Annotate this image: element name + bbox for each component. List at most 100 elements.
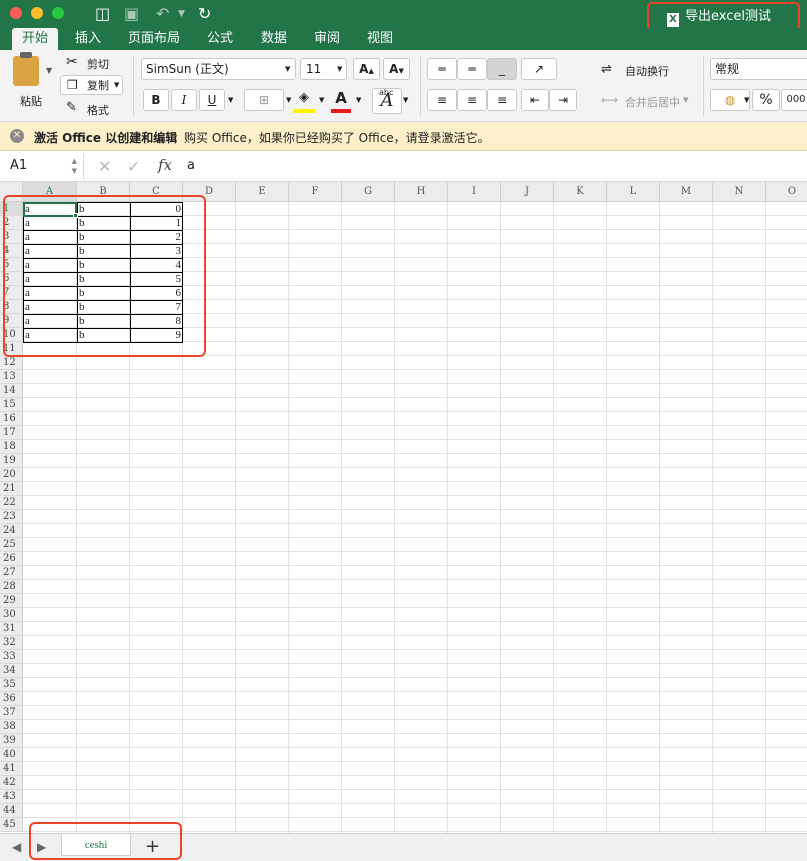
cancel-icon[interactable]: ✕ <box>98 157 111 176</box>
save-icon[interactable]: ▣ <box>124 4 139 24</box>
tab-insert[interactable]: 插入 <box>68 28 108 50</box>
scissors-icon[interactable]: ✂ <box>66 54 78 70</box>
column-header-n[interactable]: N <box>713 182 766 202</box>
tab-data[interactable]: 数据 <box>254 28 294 50</box>
align-top-button[interactable]: ═ <box>427 58 457 80</box>
underline-dropdown-icon[interactable]: ▼ <box>228 96 233 104</box>
formula-input[interactable]: a <box>187 158 195 173</box>
merge-center-icon[interactable]: ⟷ <box>601 93 618 107</box>
confirm-icon[interactable]: ✓ <box>127 157 140 176</box>
font-color-dropdown-icon[interactable]: ▼ <box>356 96 361 104</box>
orientation-button[interactable]: ↗ <box>521 58 557 80</box>
bold-button[interactable]: B <box>143 89 169 111</box>
cut-label[interactable]: 剪切 <box>87 56 109 72</box>
sidebar-toggle-icon[interactable]: ◫ <box>95 4 110 24</box>
row-header[interactable]: 15 <box>0 398 23 412</box>
decrease-indent-button[interactable]: ⇤ <box>521 89 549 111</box>
column-header-o[interactable]: O <box>766 182 807 202</box>
merge-center-label[interactable]: 合并后居中 <box>625 94 680 110</box>
font-name-select[interactable]: SimSun (正文) <box>141 58 296 80</box>
increase-font-size-button[interactable]: A▲ <box>353 58 380 80</box>
row-header[interactable]: 12 <box>0 356 23 370</box>
undo-dropdown-icon[interactable]: ▼ <box>178 4 185 24</box>
paste-label[interactable]: 粘贴 <box>20 93 42 109</box>
paste-icon[interactable] <box>13 56 39 86</box>
copy-dropdown-icon[interactable]: ▼ <box>114 81 119 89</box>
decrease-font-size-button[interactable]: A▼ <box>383 58 410 80</box>
column-header-h[interactable]: H <box>395 182 448 202</box>
row-header[interactable]: 26 <box>0 552 23 566</box>
zoom-window-button[interactable] <box>52 7 64 19</box>
paste-dropdown-icon[interactable]: ▼ <box>46 66 52 75</box>
prev-sheet-icon[interactable]: ◀ <box>12 840 21 854</box>
row-header[interactable]: 42 <box>0 776 23 790</box>
tab-formulas[interactable]: 公式 <box>200 28 240 50</box>
underline-button[interactable]: U <box>199 89 225 111</box>
row-header[interactable]: 17 <box>0 426 23 440</box>
align-middle-button[interactable]: ═ <box>457 58 487 80</box>
export-excel-button[interactable]: X 导出excel测试 <box>647 2 800 31</box>
row-header[interactable]: 35 <box>0 678 23 692</box>
align-bottom-button[interactable]: _ <box>487 58 517 80</box>
column-header-k[interactable]: K <box>554 182 607 202</box>
column-header-l[interactable]: L <box>607 182 660 202</box>
increase-indent-button[interactable]: ⇥ <box>549 89 577 111</box>
font-color-icon[interactable]: A <box>331 89 351 109</box>
redo-icon[interactable]: ↻ <box>198 4 211 24</box>
row-header[interactable]: 22 <box>0 496 23 510</box>
row-header[interactable]: 27 <box>0 566 23 580</box>
font-size-dropdown-icon[interactable]: ▼ <box>337 65 342 73</box>
format-painter-icon[interactable]: ✎ <box>66 100 77 115</box>
thousands-separator-button[interactable]: 000 <box>781 89 807 111</box>
close-circle-icon[interactable]: ✕ <box>10 129 24 143</box>
align-right-button[interactable]: ≡ <box>487 89 517 111</box>
row-header[interactable]: 45 <box>0 818 23 832</box>
row-header[interactable]: 39 <box>0 734 23 748</box>
font-name-dropdown-icon[interactable]: ▼ <box>285 65 290 73</box>
row-header[interactable]: 41 <box>0 762 23 776</box>
currency-dropdown-icon[interactable]: ▼ <box>744 96 749 104</box>
row-header[interactable]: 25 <box>0 538 23 552</box>
insert-function-button[interactable]: fx <box>158 156 172 174</box>
tab-view[interactable]: 视图 <box>360 28 400 50</box>
borders-button[interactable]: ⊞ <box>244 89 284 111</box>
row-header[interactable]: 30 <box>0 608 23 622</box>
row-header[interactable]: 40 <box>0 748 23 762</box>
borders-dropdown-icon[interactable]: ▼ <box>286 96 291 104</box>
fill-color-dropdown-icon[interactable]: ▼ <box>319 96 324 104</box>
fill-color-icon[interactable]: ◈ <box>293 90 315 110</box>
row-header[interactable]: 34 <box>0 664 23 678</box>
row-header[interactable]: 37 <box>0 706 23 720</box>
row-header[interactable]: 43 <box>0 790 23 804</box>
worksheet-grid[interactable]: ABCDEFGHIJKLMNO 1 2 3 4 5 6 7 8 9 10 11 12 13 14 15 16 1… <box>0 182 807 833</box>
merge-center-dropdown-icon[interactable]: ▼ <box>683 96 688 104</box>
row-header[interactable]: 33 <box>0 650 23 664</box>
row-header[interactable]: 29 <box>0 594 23 608</box>
name-box-stepper-icon[interactable]: ▲ ▼ <box>72 156 77 176</box>
row-header[interactable]: 38 <box>0 720 23 734</box>
row-header[interactable]: 20 <box>0 468 23 482</box>
number-format-select[interactable]: 常规 <box>710 58 807 80</box>
row-header[interactable]: 28 <box>0 580 23 594</box>
row-header[interactable]: 32 <box>0 636 23 650</box>
column-header-g[interactable]: G <box>342 182 395 202</box>
column-header-m[interactable]: M <box>660 182 713 202</box>
percent-button[interactable]: % <box>752 89 780 111</box>
text-style-dropdown-icon[interactable]: ▼ <box>403 96 408 104</box>
row-header[interactable]: 23 <box>0 510 23 524</box>
row-header[interactable]: 14 <box>0 384 23 398</box>
close-window-button[interactable] <box>10 7 22 19</box>
name-box[interactable]: A1 ▲ ▼ <box>0 154 84 179</box>
format-painter-label[interactable]: 格式 <box>87 102 109 118</box>
row-header[interactable]: 31 <box>0 622 23 636</box>
activation-message-text[interactable]: 购买 Office，如果你已经购买了 Office，请登录激活它。 <box>184 129 490 146</box>
column-header-e[interactable]: E <box>236 182 289 202</box>
row-header[interactable]: 24 <box>0 524 23 538</box>
align-center-button[interactable]: ≡ <box>457 89 487 111</box>
minimize-window-button[interactable] <box>31 7 43 19</box>
tab-page-layout[interactable]: 页面布局 <box>122 28 186 50</box>
row-header[interactable]: 16 <box>0 412 23 426</box>
row-header[interactable]: 44 <box>0 804 23 818</box>
row-header[interactable]: 21 <box>0 482 23 496</box>
wrap-text-label[interactable]: 自动换行 <box>625 63 669 79</box>
